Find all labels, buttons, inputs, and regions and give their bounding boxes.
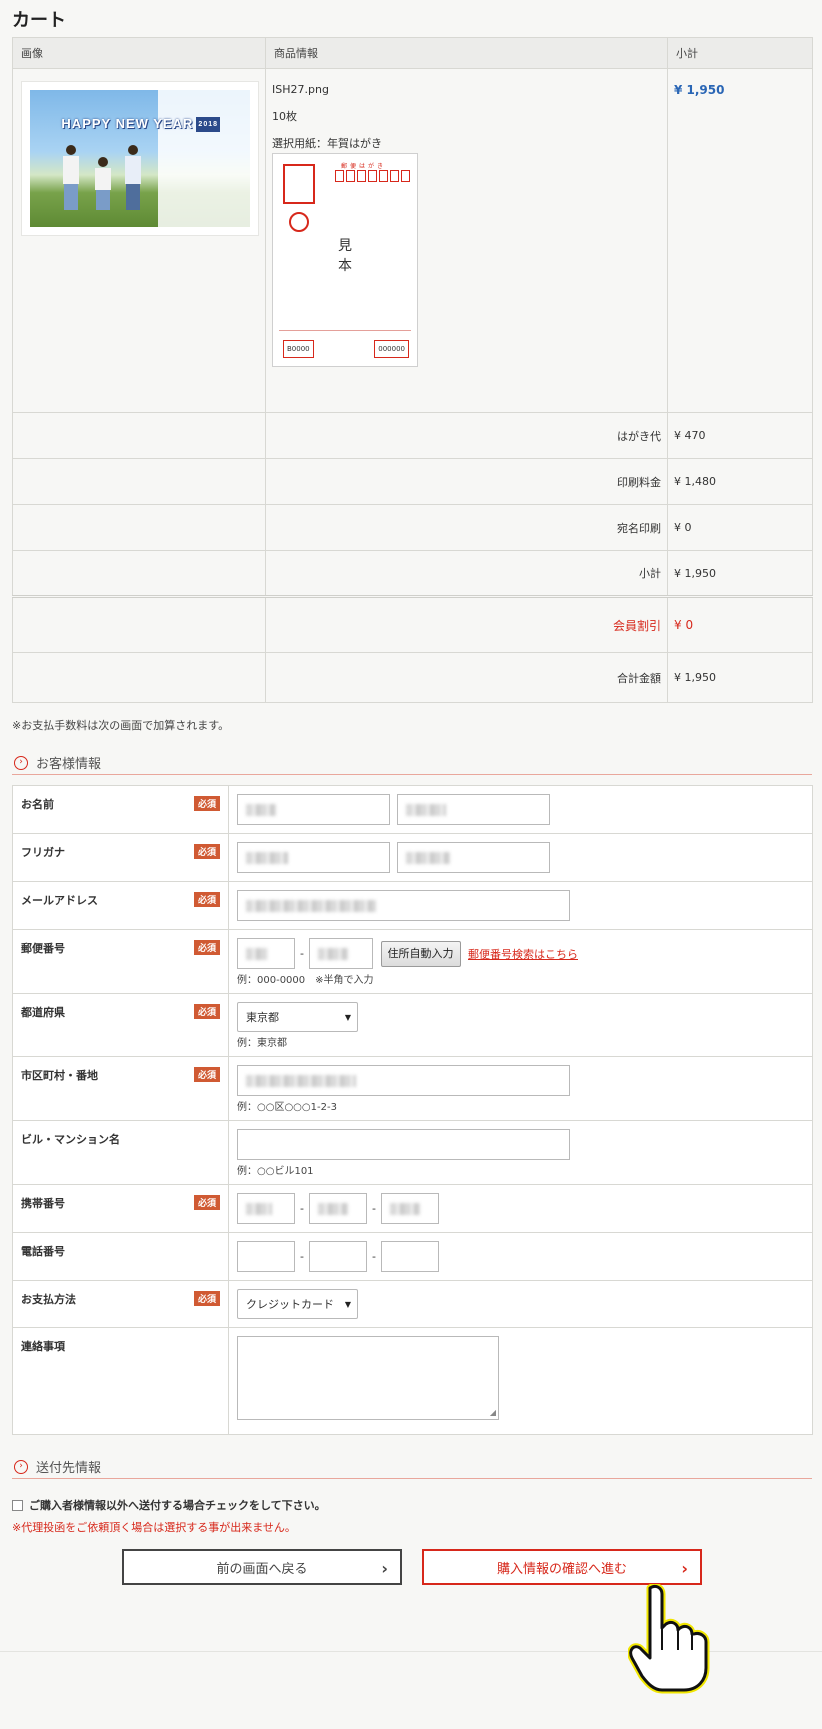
phone-input-3[interactable]: [381, 1241, 439, 1272]
last-name-kana-input[interactable]: [237, 842, 390, 873]
postcard-number-right: 000000: [374, 340, 409, 358]
required-badge: 必須: [193, 940, 220, 955]
mobile-input-3[interactable]: [381, 1193, 439, 1224]
resize-grip-icon[interactable]: ◢: [490, 1408, 496, 1417]
chevron-circle-icon: ›: [14, 1459, 28, 1474]
label-message: 連絡事項: [21, 1340, 65, 1353]
building-input[interactable]: [237, 1129, 570, 1160]
col-header-info: 商品情報: [265, 37, 668, 69]
summary-value: ¥ 1,480: [667, 458, 813, 505]
discount-label: 会員割引: [265, 595, 668, 653]
label-postal: 郵便番号: [21, 942, 65, 955]
required-badge: 必須: [193, 1291, 220, 1306]
required-badge: 必須: [193, 844, 220, 859]
prefecture-select[interactable]: 東京都 ▼: [237, 1002, 358, 1032]
auto-address-button[interactable]: 住所自動入力: [380, 940, 461, 967]
summary-value: ¥ 1,950: [667, 550, 813, 597]
last-name-input[interactable]: [237, 794, 390, 825]
label-email: メールアドレス: [21, 894, 98, 907]
discount-row: 会員割引 ¥ 0: [12, 595, 813, 653]
discount-value: ¥ 0: [667, 595, 813, 653]
mobile-input-2[interactable]: [309, 1193, 367, 1224]
required-badge: 必須: [193, 892, 220, 907]
cart-page: カート 画像 商品情報 小計 HAPPY NEW YEAR 2018 ISH27…: [12, 0, 813, 1609]
seal-icon: [289, 212, 309, 232]
pointing-hand-cursor-icon: [628, 1584, 710, 1694]
proxy-mail-warning: ※代理投函をご依頼頂く場合は選択する事が出来ません。: [12, 1521, 296, 1534]
product-thumbnail: HAPPY NEW YEAR 2018: [21, 81, 259, 236]
required-badge: 必須: [193, 1195, 220, 1210]
city-input[interactable]: [237, 1065, 570, 1096]
phone-input-2[interactable]: [309, 1241, 367, 1272]
email-input[interactable]: [237, 890, 570, 921]
stamp-icon: [283, 164, 315, 204]
city-example: 例：○○区○○○1-2-3: [237, 1102, 337, 1113]
postal-code-input-2[interactable]: [309, 938, 373, 969]
page-title: カート: [12, 10, 66, 31]
postal-code-input-1[interactable]: [237, 938, 295, 969]
label-payment: お支払方法: [21, 1293, 76, 1306]
postal-example: 例：000-0000 ※半角で入力: [237, 975, 374, 986]
total-label: 合計金額: [265, 652, 668, 703]
message-textarea[interactable]: ◢: [237, 1336, 499, 1420]
summary-row: 宛名印刷 ¥ 0: [12, 504, 813, 551]
summary-row: はがき代 ¥ 470: [12, 412, 813, 459]
summary-row: 印刷料金 ¥ 1,480: [12, 458, 813, 505]
label-furigana: フリガナ: [21, 846, 65, 859]
first-name-input[interactable]: [396, 794, 550, 825]
phone-input-1[interactable]: [237, 1241, 295, 1272]
col-header-subtotal: 小計: [667, 37, 813, 69]
summary-label: 宛名印刷: [265, 504, 668, 551]
product-quantity: 10枚: [272, 110, 297, 123]
back-button[interactable]: 前の画面へ戻る ›: [122, 1549, 402, 1585]
product-row: HAPPY NEW YEAR 2018 ISH27.png 10枚 選択用紙：年賀…: [12, 68, 813, 413]
total-row: 合計金額 ¥ 1,950: [12, 652, 813, 703]
total-value: ¥ 1,950: [667, 652, 813, 703]
postcard-sample-image: 郵便はがき 見本 B0000 000000: [272, 153, 418, 367]
chevron-right-icon: ›: [681, 1559, 688, 1578]
alternate-shipping-checkbox[interactable]: [12, 1499, 23, 1511]
postcard-number-left: B0000: [283, 340, 314, 358]
payment-select[interactable]: クレジットカード ▼: [237, 1289, 358, 1319]
required-badge: 必須: [193, 796, 220, 811]
fee-note: ※お支払手数料は次の画面で加算されます。: [12, 719, 230, 732]
chevron-right-icon: ›: [381, 1559, 388, 1578]
alternate-shipping-option[interactable]: ご購入者様情報以外へ送付する場合チェックをして下さい。: [12, 1497, 812, 1513]
prefecture-example: 例：東京都: [237, 1038, 287, 1049]
label-phone: 電話番号: [21, 1245, 65, 1258]
mobile-input-1[interactable]: [237, 1193, 295, 1224]
postal-search-link[interactable]: 郵便番号検索はこちら: [468, 946, 578, 962]
cart-table: 画像 商品情報 小計 HAPPY NEW YEAR 2018 ISH27.png…: [12, 37, 813, 703]
product-price: ¥ 1,950: [674, 83, 725, 97]
label-mobile: 携帯番号: [21, 1197, 65, 1210]
summary-value: ¥ 470: [667, 412, 813, 459]
summary-label: 小計: [265, 550, 668, 597]
alternate-shipping-label: ご購入者様情報以外へ送付する場合チェックをして下さい。: [29, 1499, 326, 1512]
summary-label: はがき代: [265, 412, 668, 459]
summary-value: ¥ 0: [667, 504, 813, 551]
confirm-purchase-button[interactable]: 購入情報の確認へ進む ›: [422, 1549, 702, 1585]
col-header-image: 画像: [12, 37, 266, 69]
summary-row: 小計 ¥ 1,950: [12, 550, 813, 597]
dropdown-arrow-icon: ▼: [344, 1299, 351, 1309]
customer-form: お名前 必須 フリガナ 必須 メールアドレス 必須 郵便番号 必須 - 住所自動入力: [12, 785, 813, 1435]
required-badge: 必須: [193, 1004, 220, 1019]
shipping-section-heading: › 送付先情報: [12, 1455, 812, 1479]
label-building: ビル・マンション名: [21, 1133, 120, 1146]
building-example: 例：○○ビル101: [237, 1166, 314, 1177]
label-prefecture: 都道府県: [21, 1006, 65, 1019]
summary-label: 印刷料金: [265, 458, 668, 505]
label-name: お名前: [21, 798, 54, 811]
label-city: 市区町村・番地: [21, 1069, 98, 1082]
product-paper: 選択用紙：年賀はがき: [272, 137, 382, 150]
first-name-kana-input[interactable]: [396, 842, 550, 873]
sample-label: 見本: [338, 238, 352, 274]
product-filename: ISH27.png: [272, 83, 329, 96]
chevron-circle-icon: ›: [14, 755, 28, 770]
required-badge: 必須: [193, 1067, 220, 1082]
thumb-greeting: HAPPY NEW YEAR 2018: [61, 116, 220, 133]
dropdown-arrow-icon: ▼: [344, 1012, 351, 1022]
customer-section-heading: › お客様情報: [12, 751, 812, 775]
